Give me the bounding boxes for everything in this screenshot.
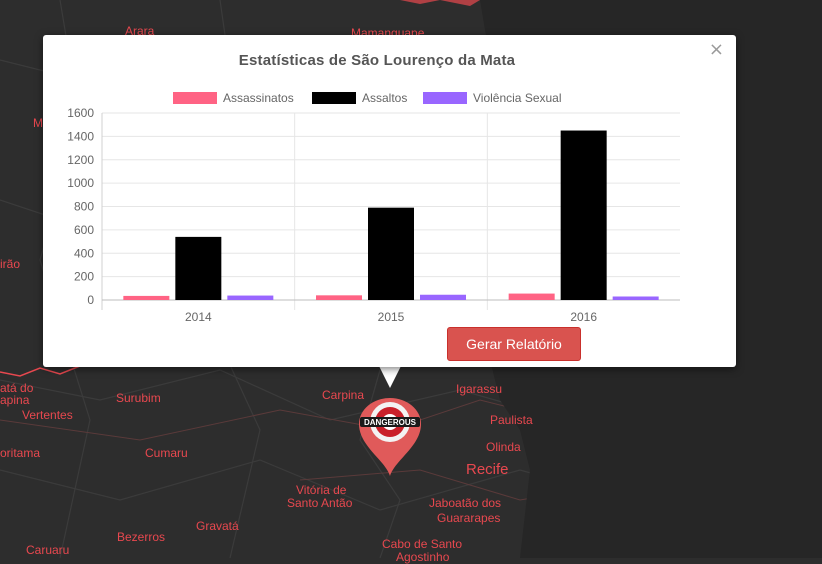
bar-assaltos-2015 [368, 207, 414, 300]
map-label-caruaru: Caruaru [26, 543, 70, 557]
map-label-irao: irão [0, 257, 21, 271]
x-tick-label: 2014 [185, 310, 212, 324]
y-tick-label: 1600 [67, 106, 94, 120]
y-tick-label: 600 [74, 223, 94, 237]
map-label-m: M [33, 116, 43, 130]
bar-viol-ncia-sexual-2015 [420, 294, 466, 300]
y-tick-label: 0 [87, 293, 94, 307]
bar-assaltos-2016 [560, 130, 607, 300]
y-tick-label: 1000 [67, 176, 94, 190]
danger-pin-graphic: DANGEROUS [359, 398, 421, 476]
bar-assassinatos-2015 [316, 295, 362, 300]
legend-swatch [312, 92, 356, 104]
map-label-igarassu: Igarassu [456, 382, 503, 396]
bar-viol-ncia-sexual-2014 [227, 295, 274, 300]
map-label-vertentes: Vertentes [22, 408, 73, 422]
map-label-olinda: Olinda [486, 440, 521, 454]
y-tick-label: 200 [74, 270, 94, 284]
generate-report-button[interactable]: Gerar Relatório [447, 327, 581, 361]
legend-label: Violência Sexual [473, 91, 562, 105]
crime-bar-chart: Assassinatos Assaltos Violência Sexual 0 200… [67, 91, 680, 324]
y-tick-label: 400 [74, 246, 94, 260]
map-label-paulista: Paulista [490, 413, 533, 427]
x-tick-label: 2015 [378, 310, 405, 324]
x-tick-label: 2016 [570, 310, 597, 324]
map-label-cabo-2: Agostinho [396, 550, 450, 564]
map-label-vitoria-1: Vitória de [296, 483, 347, 497]
map-label-jaboatao-1: Jaboatão dos [429, 496, 502, 510]
bar-viol-ncia-sexual-2016 [612, 296, 659, 300]
legend-swatch [173, 92, 217, 104]
y-tick-label: 800 [74, 200, 94, 214]
map-label-surubim: Surubim [116, 391, 161, 405]
statistics-popup: × Estatísticas de São Lourenço da Mata A… [43, 35, 736, 367]
legend-label: Assaltos [362, 91, 407, 105]
map-label-toritama: oritama [0, 446, 41, 460]
bar-assassinatos-2014 [123, 295, 170, 300]
map-label-gravata: Gravatá [196, 519, 239, 533]
map-label-apina: apina [0, 393, 30, 407]
bar-assaltos-2014 [175, 236, 222, 300]
map-label-cabo-1: Cabo de Santo [382, 537, 463, 551]
map-label-recife: Recife [466, 461, 509, 478]
y-tick-label: 1400 [67, 129, 94, 143]
map-label-vitoria-2: Santo Antão [287, 496, 353, 510]
map-label-cumaru: Cumaru [145, 446, 188, 460]
legend-label: Assassinatos [223, 91, 294, 105]
danger-pin-icon[interactable]: DANGEROUS [357, 398, 423, 483]
popup-tip [379, 366, 401, 388]
bar-assassinatos-2016 [508, 293, 555, 300]
map-label-jaboatao-2: Guararapes [437, 511, 501, 525]
legend-swatch [423, 92, 467, 104]
map-label-bezerros: Bezerros [117, 530, 166, 544]
y-tick-label: 1200 [67, 153, 94, 167]
danger-badge-text: DANGEROUS [364, 418, 417, 427]
